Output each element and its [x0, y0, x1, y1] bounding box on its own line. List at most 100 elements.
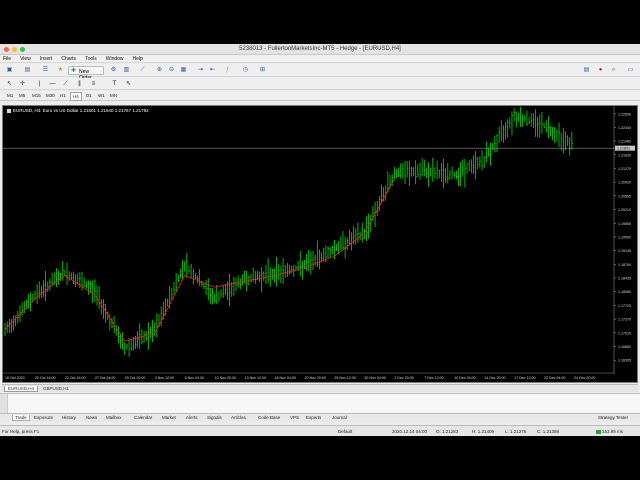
- strategy-tester-button[interactable]: Strategy Tester: [598, 415, 628, 420]
- trend-line-icon[interactable]: ⟋: [61, 80, 70, 89]
- chat-icon[interactable]: ▭: [626, 66, 635, 75]
- market-watch-icon[interactable]: ☰: [41, 66, 50, 75]
- y-tick-label: 1.19145: [618, 249, 631, 253]
- standard-toolbar: ▣ ▤ ☰ ★ ✚ New Order ⚙ ▥ ⟋ ⊕ ⊖ ▦ ⇥ ⇤ ƒ ◷ …: [0, 64, 640, 81]
- timeframe-m1[interactable]: M1: [5, 92, 15, 99]
- moving-average-line: [4, 178, 395, 342]
- y-tick-label: 1.20210: [618, 208, 631, 212]
- x-tick-label: 20 Oct 16:00: [35, 376, 56, 380]
- chart-shift-icon[interactable]: ⇤: [208, 66, 217, 75]
- menu-file[interactable]: File: [3, 56, 11, 62]
- chart-tab-gbpusd[interactable]: GBPUSD,H1: [40, 386, 72, 391]
- y-tick-label: 1.20920: [618, 181, 631, 185]
- tab-mailbox[interactable]: Mailbox: [106, 415, 122, 420]
- timeframe-m30[interactable]: M30: [44, 92, 57, 99]
- toolbox-side-handle[interactable]: [0, 394, 8, 414]
- y-tick-label: 1.17015: [618, 331, 631, 335]
- line-chart-icon[interactable]: ⟋: [138, 66, 147, 75]
- chart-window-icon: [7, 108, 11, 113]
- window-title: 5238013 - FullertonMarketsInc-MT5 - Hedg…: [239, 46, 401, 52]
- tab-articles[interactable]: Articles: [231, 415, 246, 420]
- toolbox-tabs: Trade Exposure History News Mailbox Cale…: [0, 413, 640, 422]
- x-tick-label: 16 Oct 2020: [5, 376, 25, 380]
- templates-icon[interactable]: ⊞: [258, 66, 267, 75]
- y-tick-label: 1.22690: [618, 112, 631, 116]
- price-chart[interactable]: 1.22690 1.22340 1.21985 1.21630 1.21275 1.209…: [3, 106, 637, 382]
- tab-experts[interactable]: Experts: [306, 415, 321, 420]
- x-tick-label: 30 Nov 04:00: [364, 376, 385, 380]
- x-tick-label: 27 Oct 04:00: [95, 376, 116, 380]
- status-low: L: 1.21276: [505, 429, 527, 434]
- timeframe-d1[interactable]: D1: [84, 92, 94, 99]
- timeframe-m15[interactable]: M15: [30, 92, 43, 99]
- account-icon[interactable]: ▤: [582, 66, 591, 75]
- period-icon[interactable]: ◷: [241, 66, 250, 75]
- chart-tab-eurusd[interactable]: EURUSD,H4: [4, 386, 39, 392]
- tab-code-base[interactable]: Code Base: [258, 415, 280, 420]
- toolbox-panel: [0, 393, 640, 414]
- tab-alerts[interactable]: Alerts: [186, 415, 198, 420]
- status-help: For Help, press F1: [2, 429, 40, 434]
- menu-bar: File View Insert Charts Tools Window Hel…: [0, 55, 640, 63]
- x-tick-label: 14 Dec 20:00: [484, 376, 505, 380]
- status-close: C: 1.21398: [537, 429, 560, 434]
- auto-scroll-icon[interactable]: ⇥: [196, 66, 205, 75]
- crosshair-icon[interactable]: ✛: [18, 80, 27, 89]
- y-tick-label: 1.22340: [618, 126, 631, 130]
- timeframe-m5[interactable]: M5: [17, 92, 27, 99]
- y-tick-label: 1.16305: [618, 359, 631, 363]
- menu-help[interactable]: Help: [133, 56, 143, 62]
- menu-view[interactable]: View: [20, 56, 31, 62]
- chart-tabs: EURUSD,H4 GBPUSD,H1: [2, 384, 638, 392]
- x-tick-label: 24 Dec 20:00: [574, 376, 595, 380]
- tab-history[interactable]: History: [62, 415, 76, 420]
- menu-insert[interactable]: Insert: [40, 56, 53, 62]
- tab-market[interactable]: Market: [162, 415, 176, 420]
- timeframe-w1[interactable]: W1: [96, 92, 107, 99]
- search-icon[interactable]: ⌕: [609, 66, 618, 75]
- tab-vps[interactable]: VPS: [290, 415, 299, 420]
- bar-chart-icon[interactable]: ▥: [122, 66, 131, 75]
- y-tick-label: 1.20565: [618, 194, 631, 198]
- menu-charts[interactable]: Charts: [61, 56, 76, 62]
- new-order-button[interactable]: ✚ New Order: [68, 66, 104, 81]
- zoom-in-icon[interactable]: ⊕: [155, 66, 164, 75]
- navigator-icon[interactable]: ★: [56, 66, 65, 75]
- tab-trade[interactable]: Trade: [12, 415, 30, 421]
- tab-exposure[interactable]: Exposure: [34, 415, 53, 420]
- indicators-icon[interactable]: ƒ: [223, 66, 232, 75]
- cursor-icon[interactable]: ↖: [5, 80, 14, 89]
- chart-window[interactable]: 1.22690 1.22340 1.21985 1.21630 1.21275 1.209…: [2, 105, 638, 383]
- new-chart-icon[interactable]: ▣: [5, 66, 14, 75]
- vertical-line-icon[interactable]: |: [35, 80, 44, 89]
- x-tick-label: 22 Dec 04:00: [544, 376, 565, 380]
- tab-calendar[interactable]: Calendar: [134, 415, 152, 420]
- x-tick-label: 7 Dec 12:00: [424, 376, 443, 380]
- y-tick-label: 1.19500: [618, 235, 631, 239]
- record-icon[interactable]: ●: [596, 66, 605, 75]
- text-icon[interactable]: T: [110, 80, 119, 89]
- tile-windows-icon[interactable]: ▦: [179, 66, 188, 75]
- timeframe-mn[interactable]: MN: [108, 92, 119, 99]
- timeframe-h4[interactable]: H4: [70, 92, 82, 101]
- status-connection: 163.99 ms: [596, 429, 623, 434]
- y-tick-label: 1.18790: [618, 263, 631, 267]
- fibonacci-icon[interactable]: ≡: [89, 80, 98, 89]
- tab-signals[interactable]: Signals: [207, 415, 222, 420]
- status-profile[interactable]: Default: [338, 429, 352, 434]
- status-traffic: 163.99 ms: [602, 429, 624, 434]
- profiles-icon[interactable]: ▤: [23, 66, 32, 75]
- equidistant-channel-icon[interactable]: ∥: [75, 80, 84, 89]
- arrows-icon[interactable]: ⇖: [124, 80, 133, 89]
- tab-news[interactable]: News: [86, 415, 97, 420]
- menu-window[interactable]: Window: [106, 56, 124, 62]
- tab-journal[interactable]: Journal: [332, 415, 347, 420]
- x-tick-label: 2 Dec 20:00: [394, 376, 413, 380]
- menu-tools[interactable]: Tools: [85, 56, 97, 62]
- zoom-out-icon[interactable]: ⊖: [167, 66, 176, 75]
- timeframe-h1[interactable]: H1: [58, 92, 68, 99]
- horizontal-line-icon[interactable]: —: [48, 80, 57, 89]
- x-tick-label: 22 Oct 16:00: [65, 376, 86, 380]
- algo-trading-icon[interactable]: ⚙: [109, 66, 118, 75]
- x-tick-label: 3 Nov 12:00: [155, 376, 174, 380]
